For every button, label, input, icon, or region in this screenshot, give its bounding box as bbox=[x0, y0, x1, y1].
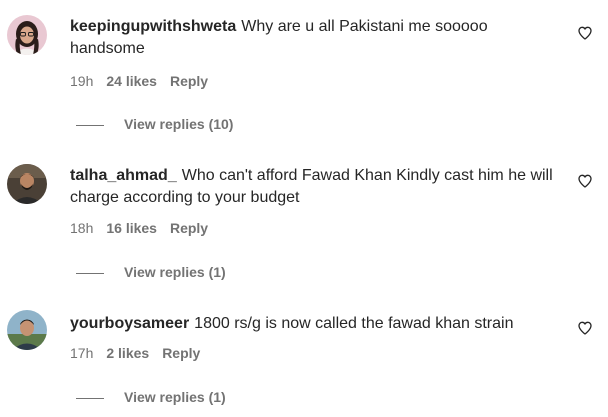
comment-text-block: yourboysameer 1800 rs/g is now called the… bbox=[70, 313, 560, 335]
comment-likes[interactable]: 16 likes bbox=[106, 220, 157, 236]
view-replies-line bbox=[76, 124, 104, 126]
avatar-woman-glasses-icon bbox=[7, 15, 47, 55]
comment-meta: 19h 24 likes Reply bbox=[70, 73, 221, 89]
comment-time: 17h bbox=[70, 345, 94, 361]
comment-meta: 18h 16 likes Reply bbox=[70, 220, 221, 236]
comment-username[interactable]: talha_ahmad_ bbox=[70, 167, 177, 184]
view-replies-button[interactable]: View replies (1) bbox=[76, 389, 226, 405]
view-replies-button[interactable]: View replies (10) bbox=[76, 116, 233, 132]
comment-text: 1800 rs/g is now called the fawad khan s… bbox=[194, 315, 514, 332]
view-replies-line bbox=[76, 272, 104, 274]
comment-text-block: keepingupwithshweta Why are u all Pakista… bbox=[70, 16, 560, 60]
reply-button[interactable]: Reply bbox=[170, 220, 208, 236]
reply-button[interactable]: Reply bbox=[170, 73, 208, 89]
avatar-man-dark-icon bbox=[7, 164, 47, 204]
avatar[interactable] bbox=[7, 164, 47, 204]
view-replies-label: View replies (1) bbox=[124, 389, 226, 405]
view-replies-label: View replies (10) bbox=[124, 116, 234, 132]
reply-button[interactable]: Reply bbox=[162, 345, 200, 361]
comment-likes[interactable]: 2 likes bbox=[106, 345, 149, 361]
comment-time: 18h bbox=[70, 220, 94, 236]
comment-username[interactable]: keepingupwithshweta bbox=[70, 18, 236, 35]
comment-time: 19h bbox=[70, 73, 94, 89]
avatar[interactable] bbox=[7, 15, 47, 55]
view-replies-button[interactable]: View replies (1) bbox=[76, 264, 226, 280]
comment-likes[interactable]: 24 likes bbox=[106, 73, 157, 89]
view-replies-line bbox=[76, 397, 104, 399]
avatar-man-outdoor-icon bbox=[7, 310, 47, 350]
comment-username[interactable]: yourboysameer bbox=[70, 315, 189, 332]
heart-outline-icon[interactable] bbox=[577, 320, 593, 336]
comment-meta: 17h 2 likes Reply bbox=[70, 345, 213, 361]
view-replies-label: View replies (1) bbox=[124, 264, 226, 280]
heart-outline-icon[interactable] bbox=[577, 25, 593, 41]
avatar[interactable] bbox=[7, 310, 47, 350]
comment-text-block: talha_ahmad_ Who can't afford Fawad Khan … bbox=[70, 165, 560, 209]
heart-outline-icon[interactable] bbox=[577, 173, 593, 189]
